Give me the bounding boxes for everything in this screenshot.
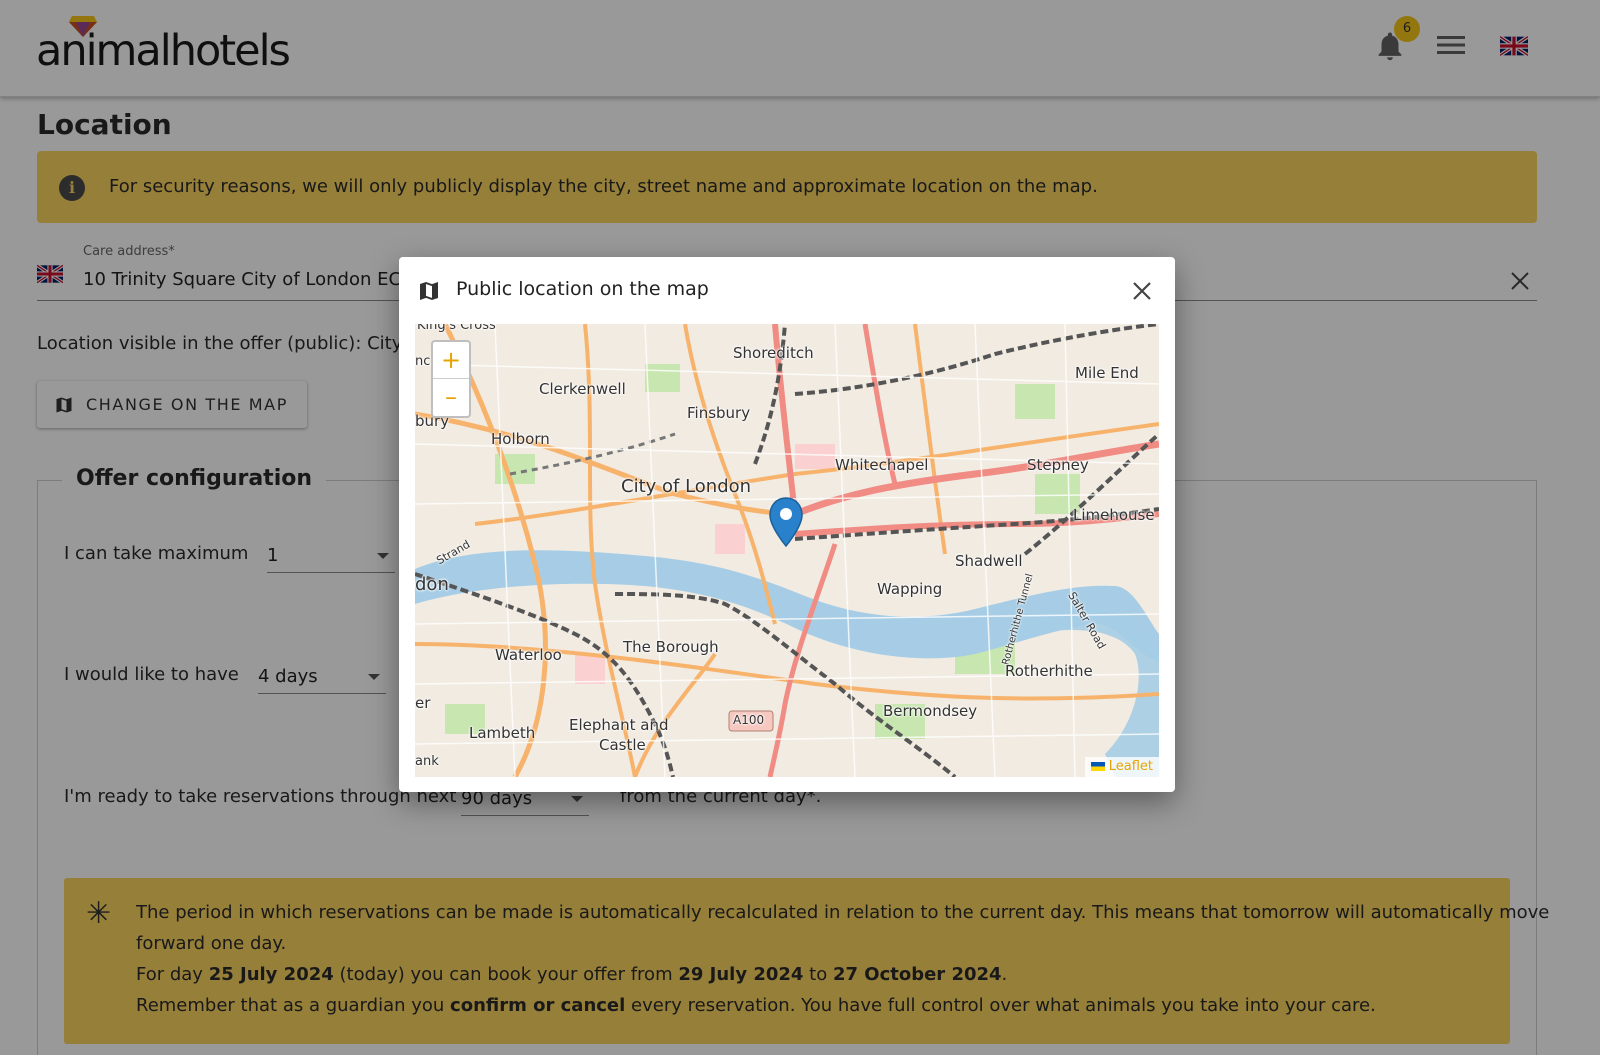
map-label: Shoreditch [733, 344, 814, 362]
map-label: ank [415, 754, 439, 769]
map-label: Elephant and [569, 716, 669, 734]
map-label: Bermondsey [883, 702, 978, 720]
map-label: er [415, 694, 431, 712]
map-label: nc [415, 354, 431, 369]
map-label: Wapping [877, 580, 943, 598]
map-label: The Borough [623, 638, 719, 656]
map-label: Castle [599, 736, 646, 754]
map-tiles[interactable] [415, 324, 1159, 777]
location-pin-icon[interactable] [768, 496, 804, 548]
map-attribution[interactable]: Leaflet [1084, 757, 1159, 777]
map-label: Lambeth [469, 724, 536, 742]
leaflet-link[interactable]: Leaflet [1109, 759, 1153, 774]
map-label: Waterloo [495, 646, 562, 664]
map-label: don [415, 574, 449, 595]
ukraine-flag-icon [1090, 762, 1105, 771]
map-label: Limehouse [1073, 506, 1155, 524]
map-view[interactable]: King's Cross Shoreditch Mile End nc Cler… [415, 324, 1159, 777]
map-label: Clerkenwell [539, 380, 626, 398]
map-label: Mile End [1075, 364, 1139, 382]
map-label: Shadwell [955, 552, 1023, 570]
public-location-dialog: Public location on the map King's Cross … [399, 257, 1175, 792]
map-label: Stepney [1027, 456, 1089, 474]
dialog-title: Public location on the map [456, 278, 709, 300]
map-icon [420, 282, 438, 300]
close-icon[interactable] [1130, 279, 1154, 303]
zoom-control: + – [431, 340, 471, 418]
map-label: Holborn [491, 430, 550, 448]
map-label: King's Cross [417, 324, 496, 333]
map-label: Rotherhithe [1005, 662, 1093, 680]
zoom-in-button[interactable]: + [433, 342, 469, 379]
map-label: City of London [621, 476, 752, 497]
map-label: Whitechapel [835, 456, 929, 474]
map-label: Finsbury [687, 404, 751, 422]
zoom-out-button[interactable]: – [433, 379, 469, 416]
map-label: A100 [733, 713, 765, 727]
